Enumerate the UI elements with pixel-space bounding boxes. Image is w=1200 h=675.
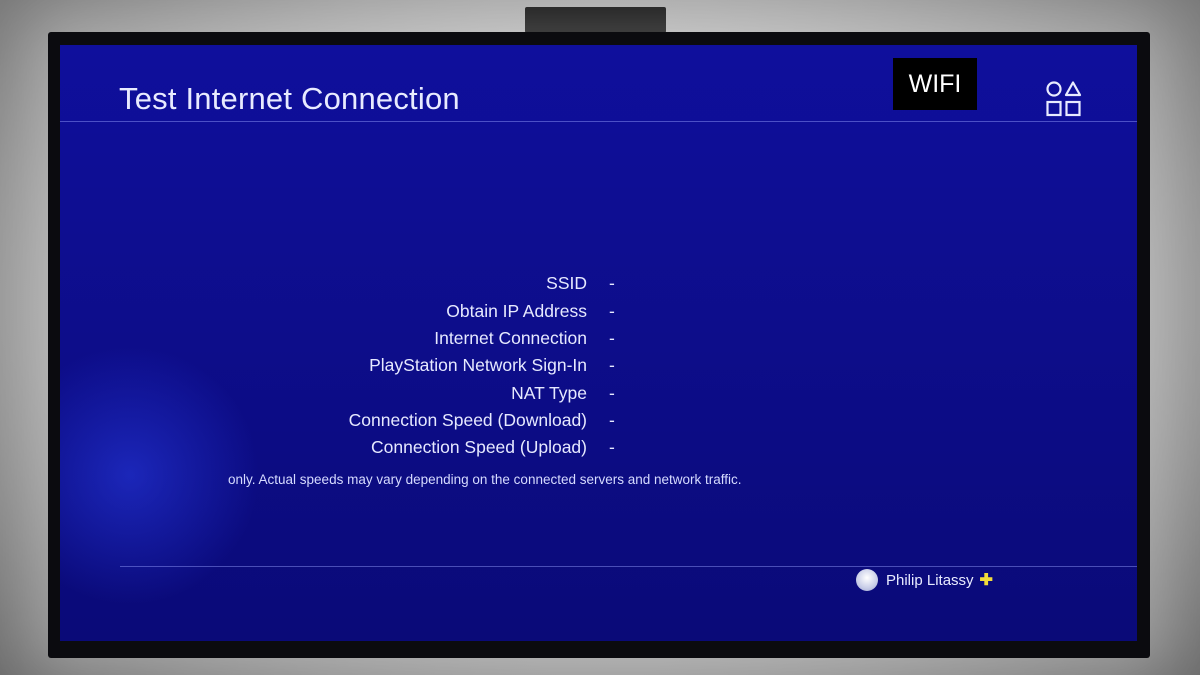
playstation-shapes-icon[interactable]	[1045, 81, 1083, 117]
result-value: -	[609, 328, 615, 348]
result-row-download-speed: Connection Speed (Download) -	[60, 410, 1137, 438]
user-name: Philip Litassy	[886, 571, 974, 589]
wifi-badge: WIFI	[893, 58, 977, 110]
result-value: -	[609, 437, 615, 457]
result-label: NAT Type	[511, 383, 587, 403]
footer-divider	[120, 566, 1137, 567]
playstation-plus-icon: ✚	[979, 572, 993, 589]
result-label: Internet Connection	[434, 328, 587, 348]
result-label: PlayStation Network Sign-In	[369, 355, 587, 375]
result-row-psn-signin: PlayStation Network Sign-In -	[60, 355, 1137, 383]
result-row-ssid: SSID -	[60, 273, 1137, 301]
page-title: Test Internet Connection	[119, 81, 460, 116]
result-label: Obtain IP Address	[446, 301, 587, 321]
result-row-nat-type: NAT Type -	[60, 383, 1137, 411]
speed-disclaimer: only. Actual speeds may vary depending o…	[228, 472, 742, 487]
result-value: -	[609, 355, 615, 375]
result-label: Connection Speed (Download)	[348, 410, 587, 430]
result-row-internet-connection: Internet Connection -	[60, 328, 1137, 356]
result-label: Connection Speed (Upload)	[371, 437, 587, 457]
header-divider	[60, 121, 1137, 122]
user-avatar-icon	[856, 569, 878, 591]
result-value: -	[609, 273, 615, 293]
result-label: SSID	[546, 273, 587, 293]
result-value: -	[609, 410, 615, 430]
result-value: -	[609, 383, 615, 403]
result-row-upload-speed: Connection Speed (Upload) -	[60, 437, 1137, 465]
tv-screen: Test Internet Connection WIFI SSID - Obt…	[60, 45, 1137, 641]
result-value: -	[609, 301, 615, 321]
user-profile: Philip Litassy ✚	[856, 568, 993, 592]
playstation-camera	[525, 7, 666, 33]
result-row-obtain-ip: Obtain IP Address -	[60, 301, 1137, 329]
